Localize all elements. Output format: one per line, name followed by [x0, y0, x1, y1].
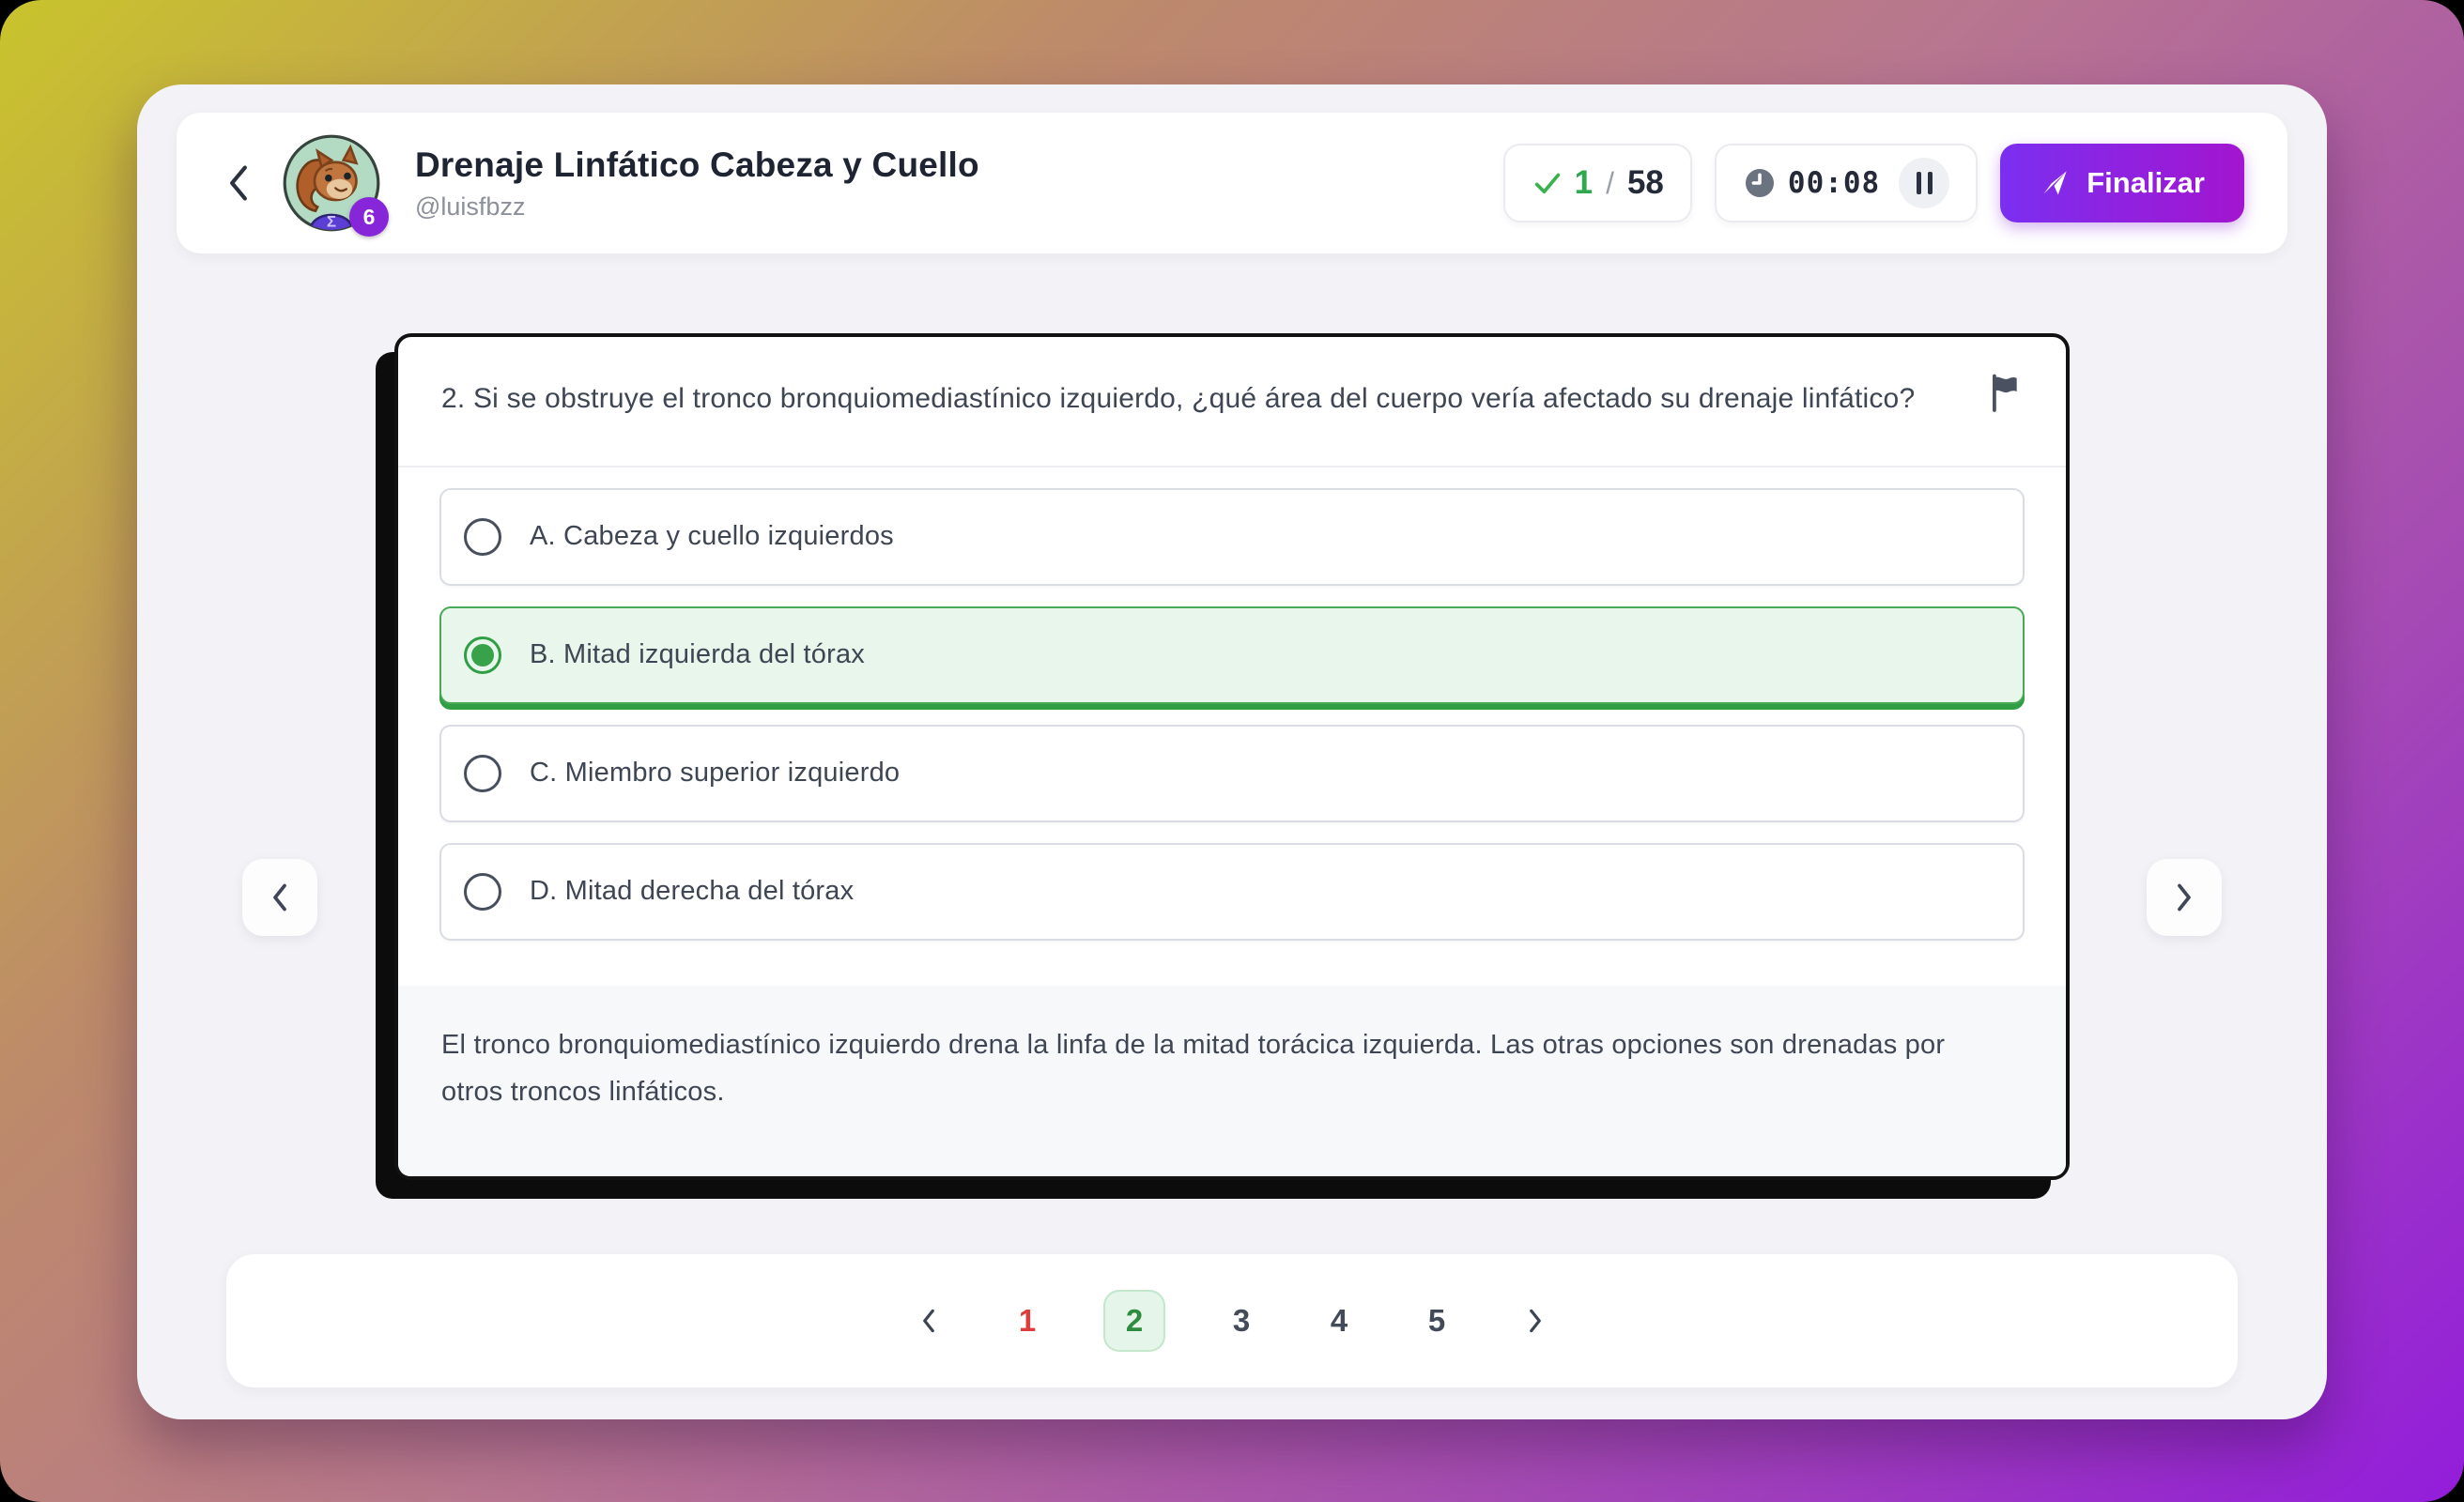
prev-question-button[interactable] [242, 859, 317, 936]
quiz-title: Drenaje Linfático Cabeza y Cuello [415, 146, 979, 185]
options-list: A. Cabeza y cuello izquierdos B. Mitad i… [398, 467, 2066, 986]
back-button[interactable] [212, 157, 265, 209]
option-c[interactable]: C. Miembro superior izquierdo [439, 725, 2025, 822]
header-actions: 1 / 58 00:08 Finalizar [1503, 144, 2244, 222]
answered-count: 1 [1575, 164, 1593, 202]
explanation-text: El tronco bronquiomediastínico izquierdo… [441, 1021, 2000, 1117]
next-question-button[interactable] [2147, 859, 2222, 936]
radio-unselected-icon[interactable] [464, 873, 501, 911]
page-button-5[interactable]: 5 [1415, 1291, 1458, 1351]
total-questions: 58 [1627, 164, 1664, 202]
question-card: 2. Si se obstruye el tronco bronquiomedi… [394, 333, 2070, 1180]
chevron-left-icon [224, 162, 253, 204]
chevron-left-icon [916, 1305, 941, 1337]
title-block: Drenaje Linfático Cabeza y Cuello @luisf… [415, 146, 979, 222]
finish-button-label: Finalizar [2087, 166, 2205, 200]
page-button-4[interactable]: 4 [1317, 1291, 1361, 1351]
chevron-right-icon [2170, 879, 2198, 916]
flag-question-button[interactable] [1987, 373, 2023, 415]
pause-button[interactable] [1899, 158, 1949, 208]
svg-text:Σ: Σ [327, 213, 336, 231]
app-panel: Σ 6 Drenaje Linfático Cabeza y Cuello @l… [137, 84, 2327, 1419]
header-bar: Σ 6 Drenaje Linfático Cabeza y Cuello @l… [177, 113, 2287, 253]
progress-pill: 1 / 58 [1503, 144, 1692, 222]
option-label: B. Mitad izquierda del tórax [530, 639, 865, 670]
option-label: D. Mitad derecha del tórax [530, 876, 854, 907]
chevron-right-icon [1523, 1305, 1548, 1337]
quiz-author-username: @luisfbzz [415, 192, 979, 222]
radio-unselected-icon[interactable] [464, 755, 501, 792]
radio-selected-icon[interactable] [464, 636, 501, 674]
question-text: 2. Si se obstruye el tronco bronquiomedi… [441, 376, 1916, 422]
question-stage: 2. Si se obstruye el tronco bronquiomedi… [137, 253, 2327, 1254]
option-label: A. Cabeza y cuello izquierdos [530, 521, 894, 552]
check-icon [1532, 167, 1563, 199]
radio-unselected-icon[interactable] [464, 518, 501, 556]
pagination-bar: 1 2 3 4 5 [226, 1254, 2238, 1387]
send-icon [2040, 168, 2070, 198]
level-badge: 6 [349, 197, 389, 237]
page-button-2-current[interactable]: 2 [1103, 1290, 1165, 1352]
explanation-panel: El tronco bronquiomediastínico izquierdo… [398, 986, 2066, 1177]
page-button-1[interactable]: 1 [1006, 1291, 1049, 1351]
pagination-prev-button[interactable] [906, 1298, 951, 1343]
option-a[interactable]: A. Cabeza y cuello izquierdos [439, 488, 2025, 586]
option-d[interactable]: D. Mitad derecha del tórax [439, 843, 2025, 941]
timer-pill: 00:08 [1715, 144, 1978, 222]
progress-separator: / [1604, 166, 1616, 201]
clock-icon [1743, 166, 1777, 200]
option-label: C. Miembro superior izquierdo [530, 758, 900, 789]
option-b-selected[interactable]: B. Mitad izquierda del tórax [439, 606, 2025, 704]
pause-icon [1917, 172, 1921, 194]
avatar[interactable]: Σ 6 [282, 133, 381, 233]
chevron-left-icon [266, 879, 294, 916]
pagination-next-button[interactable] [1513, 1298, 1558, 1343]
page-button-3[interactable]: 3 [1220, 1291, 1263, 1351]
timer-value: 00:08 [1788, 166, 1880, 200]
flag-icon [1987, 373, 2023, 412]
question-header: 2. Si se obstruye el tronco bronquiomedi… [398, 337, 2066, 467]
finish-button[interactable]: Finalizar [2000, 144, 2244, 222]
